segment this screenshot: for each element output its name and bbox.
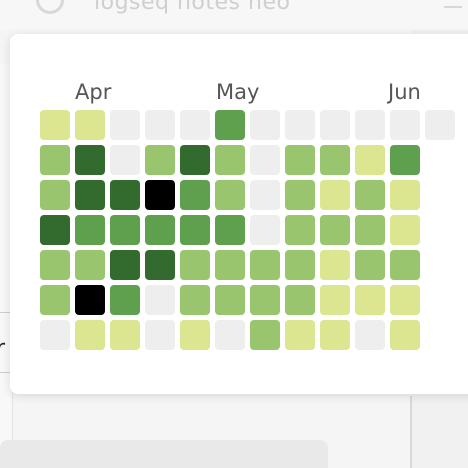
heatmap-day-cell[interactable]: [390, 250, 420, 280]
heatmap-day-cell[interactable]: [320, 180, 350, 210]
heatmap-day-cell[interactable]: [40, 145, 70, 175]
heatmap-day-cell[interactable]: [75, 215, 105, 245]
heatmap-day-cell[interactable]: [215, 320, 245, 350]
heatmap-day-cell[interactable]: [320, 110, 350, 140]
heatmap-day-cell[interactable]: [110, 180, 140, 210]
heatmap-day-cell[interactable]: [145, 250, 175, 280]
heatmap-day-cell[interactable]: [320, 145, 350, 175]
heatmap-day-cell[interactable]: [145, 110, 175, 140]
heatmap-day-cell[interactable]: [75, 180, 105, 210]
heatmap-day-cell[interactable]: [285, 215, 315, 245]
heatmap-day-cell[interactable]: [40, 110, 70, 140]
month-label-may: May: [216, 80, 260, 104]
right-divider: [410, 396, 412, 468]
heatmap-day-cell[interactable]: [250, 145, 280, 175]
heatmap-day-cell[interactable]: [355, 285, 385, 315]
heatmap-day-cell[interactable]: [390, 180, 420, 210]
left-partial-text: r: [0, 336, 6, 361]
heatmap-day-cell[interactable]: [180, 250, 210, 280]
heatmap-day-cell[interactable]: [180, 285, 210, 315]
heatmap-day-cell[interactable]: [110, 285, 140, 315]
heatmap-day-cell[interactable]: [75, 250, 105, 280]
heatmap-day-cell[interactable]: [320, 250, 350, 280]
heatmap-day-cell[interactable]: [180, 110, 210, 140]
heatmap-grid: [40, 110, 455, 350]
heatmap-day-cell[interactable]: [40, 320, 70, 350]
heatmap-day-cell[interactable]: [145, 285, 175, 315]
month-label-apr: Apr: [75, 80, 112, 104]
heatmap-day-cell[interactable]: [180, 320, 210, 350]
menu-icon[interactable]: [444, 0, 462, 8]
heatmap-day-cell[interactable]: [145, 145, 175, 175]
heatmap-day-cell[interactable]: [145, 320, 175, 350]
heatmap-day-cell[interactable]: [215, 110, 245, 140]
heatmap-day-cell[interactable]: [215, 215, 245, 245]
heatmap-day-cell[interactable]: [250, 180, 280, 210]
heatmap-day-cell[interactable]: [250, 110, 280, 140]
heatmap-day-cell[interactable]: [355, 180, 385, 210]
heatmap-day-cell[interactable]: [285, 110, 315, 140]
heatmap-day-cell[interactable]: [355, 145, 385, 175]
heatmap-day-cell[interactable]: [390, 215, 420, 245]
heatmap-day-cell[interactable]: [320, 215, 350, 245]
heatmap-day-cell[interactable]: [75, 285, 105, 315]
app-header: logseq notes neo: [0, 0, 468, 30]
heatmap-day-cell[interactable]: [75, 145, 105, 175]
heatmap-day-cell[interactable]: [40, 285, 70, 315]
heatmap-day-cell[interactable]: [180, 215, 210, 245]
heatmap-day-cell[interactable]: [250, 285, 280, 315]
heatmap-day-cell[interactable]: [355, 215, 385, 245]
heatmap-day-cell[interactable]: [285, 320, 315, 350]
heatmap-day-cell[interactable]: [355, 250, 385, 280]
heatmap-day-cell[interactable]: [250, 320, 280, 350]
heatmap-day-cell[interactable]: [110, 215, 140, 245]
bottom-bar: [0, 440, 328, 468]
heatmap-day-cell[interactable]: [285, 145, 315, 175]
heatmap-day-cell[interactable]: [40, 215, 70, 245]
heatmap-day-cell[interactable]: [390, 110, 420, 140]
heatmap-day-cell[interactable]: [110, 320, 140, 350]
heatmap-day-cell[interactable]: [390, 145, 420, 175]
heatmap-day-cell[interactable]: [390, 320, 420, 350]
heatmap-day-cell[interactable]: [320, 285, 350, 315]
heatmap-day-cell[interactable]: [215, 180, 245, 210]
heatmap-day-cell[interactable]: [250, 215, 280, 245]
heatmap-day-cell[interactable]: [250, 250, 280, 280]
heatmap-day-cell[interactable]: [180, 180, 210, 210]
heatmap-day-cell[interactable]: [285, 180, 315, 210]
heatmap-day-cell[interactable]: [110, 145, 140, 175]
app-title: logseq notes neo: [94, 0, 291, 15]
heatmap-day-cell[interactable]: [285, 250, 315, 280]
heatmap-day-cell[interactable]: [75, 110, 105, 140]
month-label-jun: Jun: [388, 80, 421, 104]
heatmap-day-cell[interactable]: [110, 110, 140, 140]
left-divider: [0, 372, 10, 373]
heatmap-day-cell[interactable]: [285, 285, 315, 315]
app-window: logseq notes neo r Apr May Jun: [0, 0, 468, 468]
left-divider: [0, 312, 10, 313]
heatmap-day-cell[interactable]: [110, 250, 140, 280]
heatmap-day-cell[interactable]: [320, 320, 350, 350]
heatmap-day-cell[interactable]: [40, 250, 70, 280]
heatmap-day-cell[interactable]: [215, 285, 245, 315]
heatmap-day-cell[interactable]: [215, 145, 245, 175]
heatmap-day-cell[interactable]: [355, 320, 385, 350]
heatmap-day-cell[interactable]: [390, 285, 420, 315]
heatmap-day-cell[interactable]: [180, 145, 210, 175]
heatmap-day-cell[interactable]: [145, 180, 175, 210]
heatmap-day-cell[interactable]: [425, 110, 455, 140]
app-logo-icon: [36, 0, 64, 14]
heatmap-day-cell[interactable]: [75, 320, 105, 350]
heatmap-day-cell[interactable]: [145, 215, 175, 245]
heatmap-day-cell[interactable]: [40, 180, 70, 210]
heatmap-day-cell[interactable]: [355, 110, 385, 140]
heatmap-day-cell[interactable]: [215, 250, 245, 280]
